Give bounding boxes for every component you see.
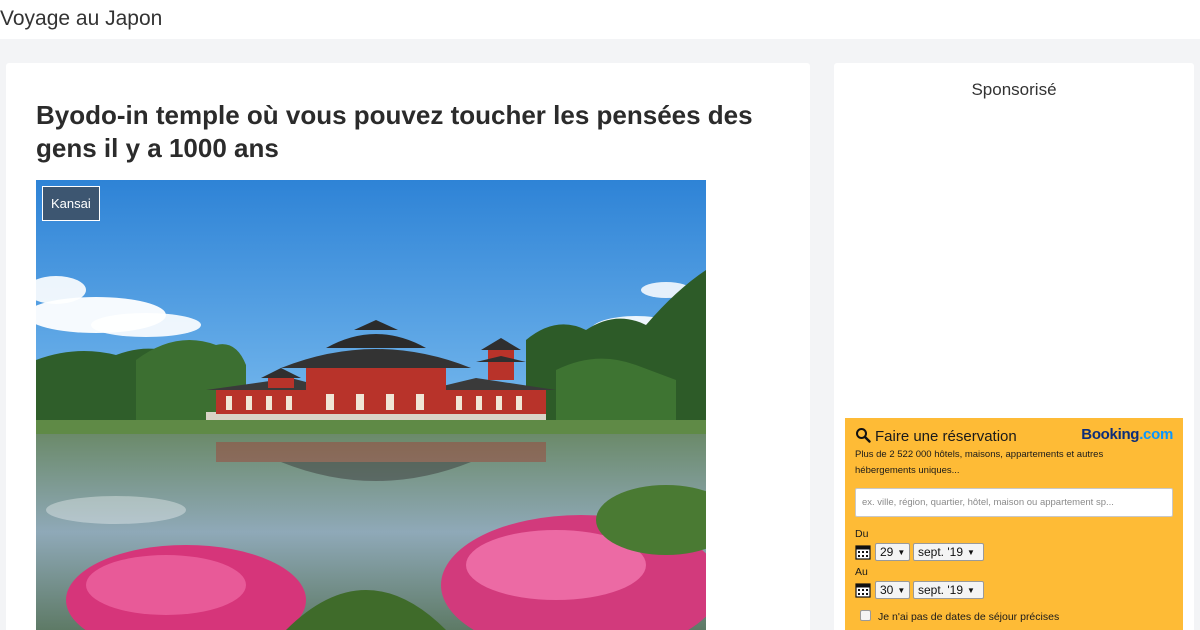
chevron-down-icon: ▼ xyxy=(967,548,975,557)
checkin-day-select[interactable]: 29 ▼ xyxy=(875,543,910,561)
booking-title: Faire une réservation xyxy=(875,428,1017,445)
checkout-label: Au xyxy=(855,566,868,578)
booking-logo-main: Booking xyxy=(1081,426,1140,443)
article-title[interactable]: Byodo-in temple où vous pouvez toucher l… xyxy=(36,99,776,165)
category-badge[interactable]: Kansai xyxy=(42,186,100,221)
checkin-month-select[interactable]: sept. '19 ▼ xyxy=(913,543,984,561)
chevron-down-icon: ▼ xyxy=(897,586,906,595)
no-dates-checkbox[interactable] xyxy=(860,610,871,621)
checkout-month-select[interactable]: sept. '19 ▼ xyxy=(913,581,984,599)
calendar-icon[interactable] xyxy=(855,544,871,560)
sponsored-label: Sponsorisé xyxy=(971,80,1057,99)
checkin-month-value: sept. '19 xyxy=(918,545,963,559)
destination-search-input[interactable] xyxy=(855,488,1173,517)
booking-widget: Faire une réservation Booking.com Plus d… xyxy=(845,418,1183,630)
chevron-down-icon: ▼ xyxy=(967,586,975,595)
checkout-day-select[interactable]: 30 ▼ xyxy=(875,581,910,599)
article-card: Byodo-in temple où vous pouvez toucher l… xyxy=(6,63,810,630)
booking-logo-suffix: .com xyxy=(1139,426,1173,443)
checkin-label: Du xyxy=(855,528,869,540)
sidebar: Sponsorisé Faire une réservation Booking… xyxy=(834,63,1194,630)
calendar-icon[interactable] xyxy=(855,582,871,598)
top-header: Voyage au Japon xyxy=(0,0,1200,39)
site-title[interactable]: Voyage au Japon xyxy=(0,7,162,31)
search-icon xyxy=(856,428,871,443)
checkout-day-value: 30 xyxy=(880,583,894,597)
booking-logo[interactable]: Booking.com xyxy=(1081,426,1173,443)
chevron-down-icon: ▼ xyxy=(897,548,906,557)
article-hero-image[interactable]: Kansai xyxy=(36,180,706,630)
checkout-month-value: sept. '19 xyxy=(918,583,963,597)
temple-photo xyxy=(36,180,706,630)
booking-description: Plus de 2 522 000 hôtels, maisons, appar… xyxy=(855,449,1104,476)
no-dates-label[interactable]: Je n'ai pas de dates de séjour précises xyxy=(878,611,1059,623)
checkin-day-value: 29 xyxy=(880,545,894,559)
